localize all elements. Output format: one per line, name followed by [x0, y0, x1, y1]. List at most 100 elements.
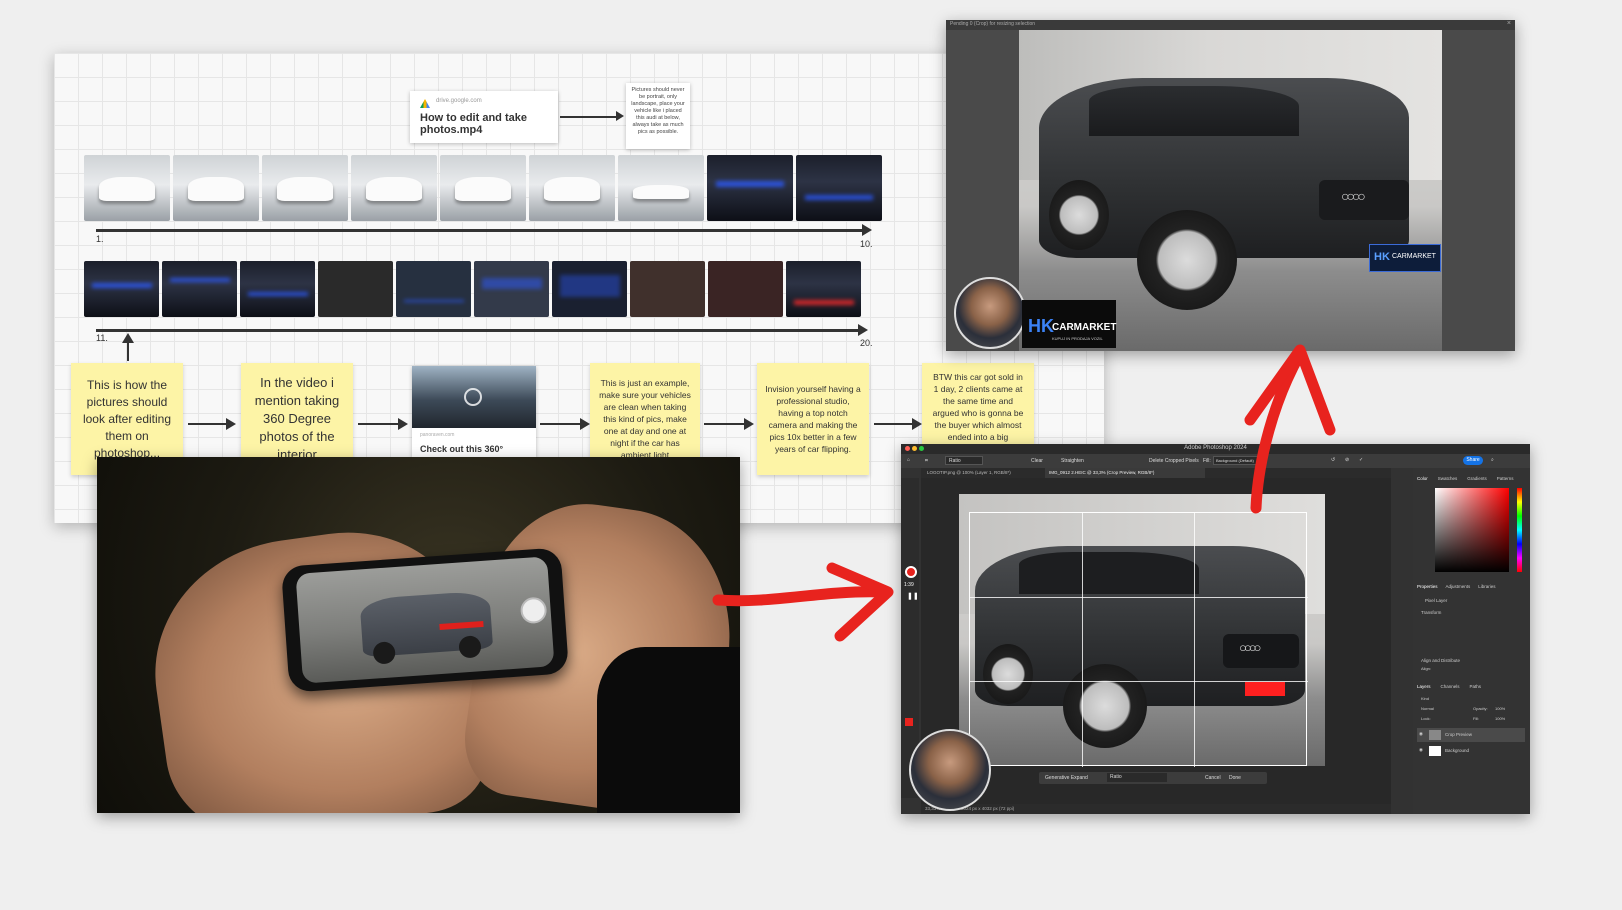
right-panels: Color Swatches Gradients Patterns Proper… [1413, 468, 1530, 814]
search-icon[interactable]: ⌕ [1491, 457, 1494, 463]
phone [280, 547, 570, 693]
arrowhead [862, 224, 872, 236]
share-button[interactable]: Share [1463, 456, 1483, 465]
interior-photo [786, 261, 861, 317]
arrowhead [398, 418, 408, 430]
tab-properties[interactable]: Properties [1417, 584, 1438, 589]
delete-cropped-checkbox[interactable]: Delete Cropped Pixels [1149, 458, 1199, 464]
sticky-note: Invision yourself having a professional … [757, 363, 869, 475]
car-photo [618, 155, 704, 221]
interior-photo [84, 261, 159, 317]
straighten-button[interactable]: Straighten [1061, 458, 1084, 464]
context-ratio-select[interactable]: Ratio [1107, 773, 1167, 782]
generative-expand-button[interactable]: Generative Expand [1045, 775, 1088, 781]
tab-patterns[interactable]: Patterns [1497, 476, 1514, 481]
tab-channels[interactable]: Channels [1441, 684, 1460, 689]
interior-photo [240, 261, 315, 317]
app-title: Adobe Photoshop 2024 [1184, 445, 1247, 451]
layer-row[interactable]: ◉ Crop Preview [1417, 728, 1525, 742]
color-panel-tabs: Color Swatches Gradients Patterns [1417, 476, 1514, 481]
presenter-avatar [954, 277, 1026, 349]
tab-logotip[interactable]: LOGOTIP.png @ 100% (Layer 1, RGB/8*) [927, 470, 1011, 475]
card-source: panoraven.com [420, 432, 455, 438]
pause-icon[interactable]: ❚❚ [907, 592, 919, 600]
eye-icon[interactable]: ◉ [1419, 747, 1423, 753]
timeline-start: 11. [96, 333, 108, 343]
tab-adjustments[interactable]: Adjustments [1446, 584, 1471, 589]
wheel [1137, 210, 1237, 310]
align-section[interactable]: Align and Distribute [1421, 658, 1460, 663]
hue-slider[interactable] [1517, 488, 1522, 572]
status-bar: 33,33% 3024 px x 4032 px (72 ppi) [921, 804, 1391, 814]
timeline-2 [96, 329, 862, 332]
card-title: Check out this 360° [420, 444, 504, 454]
opacity-label: Opacity: [1473, 706, 1488, 711]
done-button[interactable]: Done [1229, 775, 1241, 781]
red-arrow-up [1244, 344, 1336, 514]
properties-tabs: Properties Adjustments Libraries [1417, 584, 1496, 589]
arrowhead [858, 324, 868, 336]
note-card: Pictures should never be portrait, only … [626, 83, 690, 149]
fill-value[interactable]: 100% [1495, 716, 1505, 721]
car-photo [84, 155, 170, 221]
cancel-button[interactable]: Cancel [1205, 775, 1221, 781]
wheel [1049, 180, 1109, 250]
transform-section[interactable]: Transform [1421, 610, 1441, 615]
panorama-link-card[interactable]: panoraven.com Check out this 360° [412, 366, 536, 458]
grid-line [1194, 513, 1195, 767]
video-link-card[interactable]: drive.google.com How to edit and take ph… [410, 91, 558, 143]
video-frame [97, 457, 740, 813]
tab-swatches[interactable]: Swatches [1438, 476, 1458, 481]
home-icon[interactable]: ⌂ [907, 457, 910, 463]
timeline-end: 10. [860, 239, 873, 249]
windows [1089, 86, 1299, 136]
foreground-color-swatch[interactable] [905, 718, 913, 726]
close-icon[interactable]: × [1507, 20, 1511, 27]
arrowhead [912, 418, 922, 430]
timeline-end: 20. [860, 338, 873, 348]
layer-filter-kind[interactable]: Kind [1421, 696, 1429, 701]
title-bar: Pending 0 (Crop) for resizing selection … [946, 20, 1515, 30]
photoshop-preview-window: Pending 0 (Crop) for resizing selection … [946, 20, 1515, 351]
layer-thumbnail [1429, 730, 1441, 740]
connector [358, 423, 400, 425]
connector [874, 423, 914, 425]
grille: ○○○○ [1319, 180, 1409, 220]
shutter-button[interactable] [519, 596, 548, 625]
up-connector [127, 341, 129, 361]
color-picker-field[interactable] [1435, 488, 1509, 572]
tab-paths[interactable]: Paths [1470, 684, 1482, 689]
commit-icon[interactable]: ✓ [1359, 457, 1363, 463]
tab-libraries[interactable]: Libraries [1478, 584, 1495, 589]
license-plate-logo: HK CARMARKET [1369, 244, 1441, 272]
connector [540, 423, 582, 425]
grid-line [970, 597, 1308, 598]
options-bar: ⌂ ⌗ Ratio Clear Straighten Delete Croppe… [901, 454, 1530, 468]
connector [704, 423, 746, 425]
ratio-select[interactable]: Ratio [945, 456, 983, 465]
red-arrow-right [712, 562, 894, 642]
tab-gradients[interactable]: Gradients [1467, 476, 1487, 481]
tab-layers[interactable]: Layers [1417, 684, 1431, 689]
brand-logo: HK CARMARKET KUPUJ IN PRODAJA VOZIL [1022, 300, 1116, 348]
arrowhead [744, 418, 754, 430]
presenter-avatar [909, 729, 991, 811]
opacity-value[interactable]: 100% [1495, 706, 1505, 711]
car-photo [262, 155, 348, 221]
layer-row[interactable]: ◉ Background [1417, 744, 1525, 758]
arrowhead [616, 111, 624, 121]
clear-button[interactable]: Clear [1031, 458, 1043, 464]
record-button[interactable] [905, 566, 917, 578]
blend-mode-select[interactable]: Normal [1421, 706, 1434, 711]
google-drive-icon [420, 99, 430, 108]
eye-icon[interactable]: ◉ [1419, 731, 1423, 737]
interior-photo [630, 261, 705, 317]
tab-color[interactable]: Color [1417, 476, 1428, 481]
car-photo [173, 155, 259, 221]
fill-label: Fill: [1203, 458, 1211, 464]
tab-img-0912[interactable]: IMG_0912 2.HEIC @ 33,3% (Crop Preview, R… [1045, 468, 1205, 478]
crop-box[interactable] [969, 512, 1308, 767]
crop-tool-icon[interactable]: ⌗ [925, 458, 928, 464]
fill-label: Fill: [1473, 716, 1480, 721]
photoshop-window: Adobe Photoshop 2024 ⌂ ⌗ Ratio Clear Str… [901, 444, 1530, 814]
